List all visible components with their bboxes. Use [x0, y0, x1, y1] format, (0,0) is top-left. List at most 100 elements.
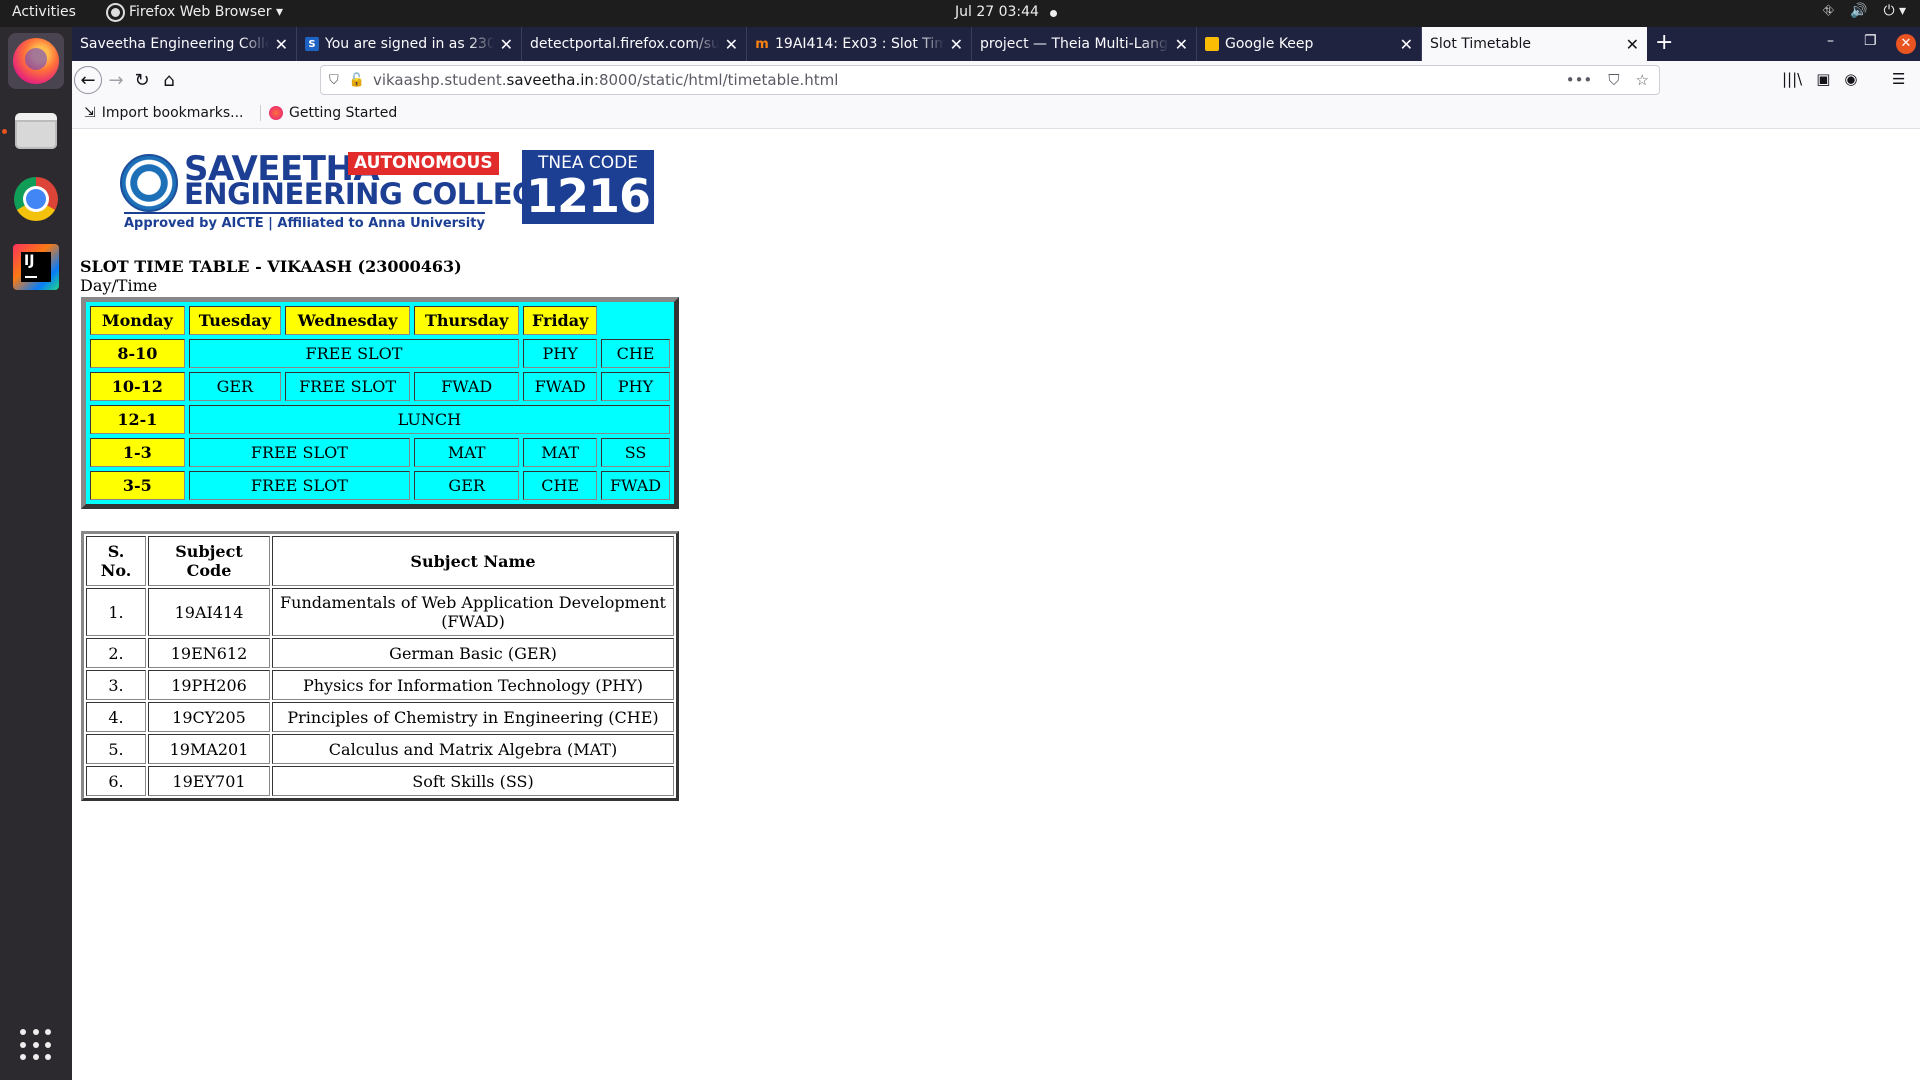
app-menu[interactable]: Firefox Web Browser ▾: [108, 4, 283, 20]
tab-title: detectportal.firefox.com/success.txt: [530, 36, 719, 52]
timetable-row: 3-5 FREE SLOT GER CHE FWAD: [90, 471, 670, 500]
serial-cell: 4.: [86, 702, 146, 732]
column-header: S. No.: [86, 536, 146, 586]
close-tab-icon[interactable]: ✕: [500, 35, 513, 54]
timetable-row: 1-3 FREE SLOT MAT MAT SS: [90, 438, 670, 467]
name-cell: Principles of Chemistry in Engineering (…: [272, 702, 674, 732]
slot-cell: FWAD: [601, 471, 670, 500]
account-icon[interactable]: ◉: [1844, 70, 1857, 88]
show-applications-icon[interactable]: [20, 1029, 52, 1061]
timetable-row: 10-12 GER FREE SLOT FWAD FWAD PHY: [90, 372, 670, 401]
intellij-icon: IJ: [13, 244, 59, 290]
insecure-lock-icon[interactable]: 🔓: [349, 73, 365, 88]
page-actions-icon[interactable]: •••: [1566, 71, 1593, 89]
system-menu[interactable]: ⛗ 🔊 ⏻ ▾: [1823, 3, 1906, 19]
s-favicon-icon: S: [305, 37, 319, 51]
subject-table: S. No. Subject Code Subject Name 1. 19AI…: [81, 531, 679, 801]
tab-title: project — Theia Multi-Language: [980, 36, 1169, 52]
close-window-icon[interactable]: ✕: [1896, 34, 1916, 54]
close-tab-icon[interactable]: ✕: [725, 35, 738, 54]
logo-line2: ENGINEERING COLLEGE: [184, 177, 555, 211]
running-indicator-icon: [2, 129, 7, 134]
url-prefix: vikaashp.student.: [372, 71, 507, 89]
restore-icon[interactable]: ❐: [1864, 33, 1877, 49]
files-icon: [15, 113, 57, 149]
sidebar-icon[interactable]: ▣: [1816, 70, 1830, 88]
forward-icon[interactable]: →: [102, 66, 130, 94]
code-cell: 19EN612: [148, 638, 270, 668]
dock: IJ: [0, 27, 72, 1080]
table-row: 5. 19MA201 Calculus and Matrix Algebra (…: [86, 734, 674, 764]
slot-cell: FREE SLOT: [188, 339, 520, 368]
tab-saveetha[interactable]: Saveetha Engineering College ✕: [72, 27, 297, 61]
tnea-code-badge: TNEA CODE 1216: [522, 150, 654, 224]
close-tab-icon[interactable]: ✕: [1400, 35, 1413, 54]
code-cell: 19AI414: [148, 588, 270, 636]
serial-cell: 6.: [86, 766, 146, 796]
serial-cell: 5.: [86, 734, 146, 764]
slot-cell: FWAD: [414, 372, 520, 401]
clock[interactable]: Jul 27 03:44: [955, 4, 1039, 20]
new-tab-icon[interactable]: +: [1655, 30, 1673, 55]
dock-chrome[interactable]: [8, 171, 64, 227]
firefox-favicon-icon: [269, 106, 283, 120]
name-cell: Soft Skills (SS): [272, 766, 674, 796]
code-cell: 19EY701: [148, 766, 270, 796]
firefox-mini-icon: [108, 4, 123, 20]
dock-files[interactable]: [8, 103, 64, 159]
table-row: 2. 19EN612 German Basic (GER): [86, 638, 674, 668]
bookmark-label: Getting Started: [289, 105, 398, 121]
serial-cell: 2.: [86, 638, 146, 668]
shield-icon[interactable]: ⛉: [329, 73, 339, 88]
tab-google-keep[interactable]: Google Keep ✕: [1197, 27, 1422, 61]
subject-header-row: S. No. Subject Code Subject Name: [86, 536, 674, 586]
day-header: Wednesday: [284, 306, 411, 335]
name-cell: Physics for Information Technology (PHY): [272, 670, 674, 700]
column-header: Subject Code: [148, 536, 270, 586]
serial-cell: 1.: [86, 588, 146, 636]
bookmark-star-icon[interactable]: ☆: [1636, 71, 1649, 89]
tab-title: Google Keep: [1225, 36, 1314, 52]
serial-cell: 3.: [86, 670, 146, 700]
navigation-bar: ← → ↻ ⌂ ⛉ 🔓 vikaashp.student. saveetha.in…: [72, 61, 1920, 99]
close-tab-icon[interactable]: ✕: [1175, 35, 1188, 54]
page-content: SAVEETHA AUTONOMOUS ENGINEERING COLLEGE …: [72, 130, 1920, 1080]
minimize-icon[interactable]: –: [1827, 33, 1834, 49]
day-header: Friday: [523, 306, 598, 335]
tab-signed-in[interactable]: S You are signed in as 23000463 ✕: [297, 27, 522, 61]
tab-slot-timetable[interactable]: Slot Timetable ✕: [1422, 27, 1647, 61]
logo-autonomous-badge: AUTONOMOUS: [348, 152, 499, 175]
day-header: Monday: [90, 306, 185, 335]
home-icon[interactable]: ⌂: [155, 66, 183, 94]
pocket-icon[interactable]: ⛉: [1608, 71, 1619, 89]
activities-button[interactable]: Activities: [12, 4, 76, 20]
time-slot: 12-1: [90, 405, 185, 434]
tab-ex03[interactable]: m 19AI414: Ex03 : Slot Time Table ✕: [747, 27, 972, 61]
bookmark-import[interactable]: ⇲ Import bookmarks...: [84, 105, 244, 121]
time-slot: 10-12: [90, 372, 185, 401]
close-tab-icon[interactable]: ✕: [1626, 35, 1639, 54]
back-icon[interactable]: ←: [74, 66, 102, 94]
close-tab-icon[interactable]: ✕: [275, 35, 288, 54]
college-logo: SAVEETHA AUTONOMOUS ENGINEERING COLLEGE …: [120, 150, 668, 231]
column-header: Subject Name: [272, 536, 674, 586]
dock-firefox[interactable]: [8, 33, 64, 89]
url-bar[interactable]: ⛉ 🔓 vikaashp.student. saveetha.in:8000/st…: [320, 65, 1660, 95]
slot-cell: FREE SLOT: [188, 438, 411, 467]
close-tab-icon[interactable]: ✕: [950, 35, 963, 54]
tab-detectportal[interactable]: detectportal.firefox.com/success.txt ✕: [522, 27, 747, 61]
menu-hamburger-icon[interactable]: ☰: [1892, 70, 1905, 88]
bookmark-getting-started[interactable]: Getting Started: [260, 105, 397, 121]
keep-favicon-icon: [1205, 37, 1219, 51]
url-host: saveetha.in: [506, 71, 594, 89]
timetable-row: 12-1 LUNCH: [90, 405, 670, 434]
day-header: Thursday: [414, 306, 520, 335]
bookmark-label: Import bookmarks...: [101, 105, 244, 121]
slot-cell: CHE: [601, 339, 670, 368]
tab-title: Slot Timetable: [1430, 36, 1532, 52]
dock-intellij[interactable]: IJ: [8, 239, 64, 295]
tab-theia[interactable]: project — Theia Multi-Language ✕: [972, 27, 1197, 61]
slot-cell: FREE SLOT: [188, 471, 411, 500]
reload-icon[interactable]: ↻: [128, 66, 156, 94]
library-icon[interactable]: |||\: [1782, 70, 1802, 88]
